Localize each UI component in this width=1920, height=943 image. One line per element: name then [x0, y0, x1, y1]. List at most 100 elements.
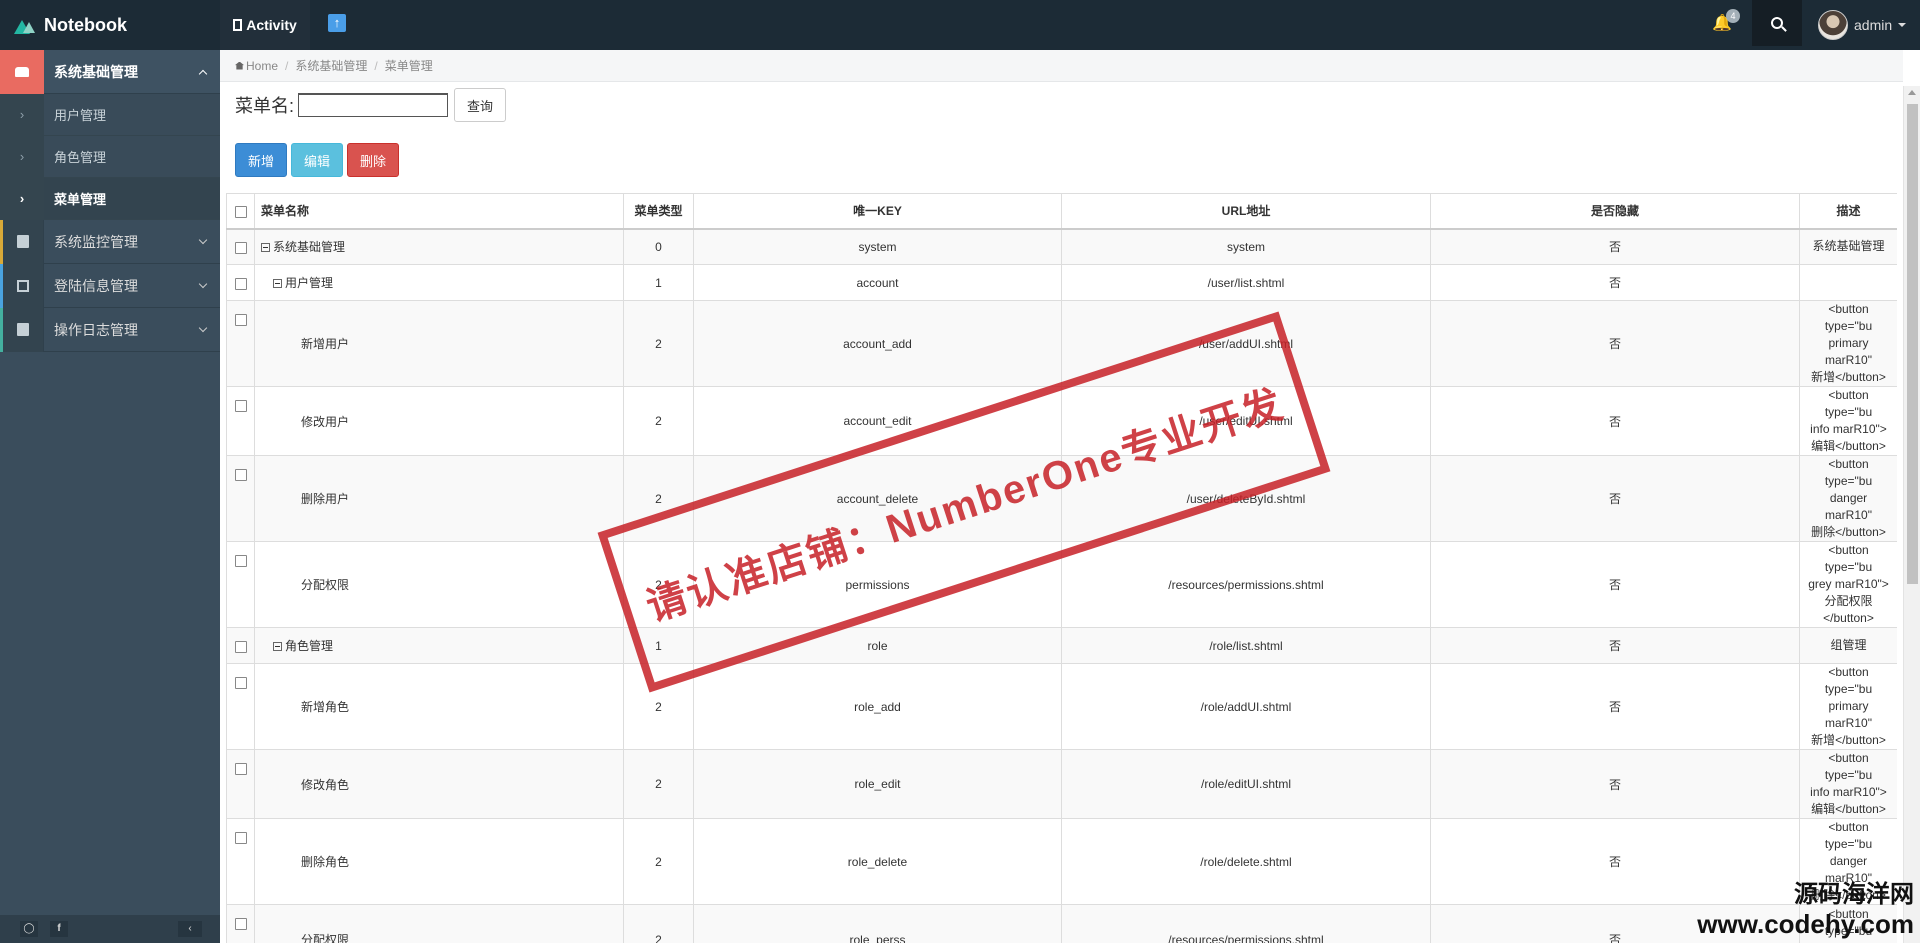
table-row[interactable]: 删除角色 2 role_delete/role/delete.shtml 否 <butt… [226, 818, 1897, 905]
row-select-cell[interactable] [226, 541, 255, 628]
menu-name-cell: 分配权限 [254, 541, 624, 628]
edit-button[interactable]: 编辑 [291, 143, 344, 177]
sidebar: 系统基础管理 › 用户管理 › 角色管理 › 菜单管理 系统监控管理 登陆信息管… [0, 49, 220, 943]
upload-icon[interactable]: ↑ [328, 14, 346, 32]
menu-url-cell: /role/list.shtml [1061, 627, 1431, 664]
menu-key-cell: role [693, 627, 1062, 664]
chevron-right-icon: › [0, 177, 44, 220]
row-select-cell[interactable] [226, 749, 255, 819]
menu-desc: <button type="bu danger marR10" 删除</butt… [1811, 820, 1886, 902]
vertical-scrollbar[interactable] [1903, 86, 1920, 943]
collapse-toggle-icon[interactable] [261, 243, 270, 253]
menu-name-input[interactable] [298, 93, 449, 117]
breadcrumb-item[interactable]: 系统基础管理 [295, 57, 367, 74]
collapse-sidebar-icon[interactable]: ‹ [178, 921, 202, 937]
menu-name: 用户管理 [285, 276, 334, 290]
select-all-checkbox[interactable] [234, 205, 247, 218]
sidebar-item-label: 用户管理 [54, 108, 107, 123]
sidebar-group-label: 登陆信息管理 [54, 277, 138, 294]
search-icon [1771, 17, 1783, 29]
row-checkbox[interactable] [234, 676, 247, 689]
menu-name-cell: 修改用户 [254, 386, 624, 456]
row-select-cell[interactable] [226, 818, 255, 905]
table-row[interactable]: 分配权限 2 role_perss/resources/permissions.sh… [226, 904, 1897, 943]
row-checkbox[interactable] [234, 554, 247, 567]
delete-button[interactable]: 删除 [347, 143, 400, 177]
comment-icon[interactable]: ◯ [20, 921, 38, 937]
table-row[interactable]: 分配权限 2 permissions/resources/permissions.s… [226, 541, 1897, 628]
row-checkbox[interactable] [234, 313, 247, 326]
query-button[interactable]: 查询 [454, 88, 507, 122]
menu-desc: <button type="bu grey marR10"> 分配权限 [1808, 906, 1889, 943]
row-select-cell[interactable] [226, 386, 255, 456]
scroll-thumb[interactable] [1907, 104, 1918, 584]
row-select-cell[interactable] [226, 228, 255, 265]
table-row[interactable]: 系统基础管理 0 system system 否系统基础管理 [226, 228, 1897, 265]
row-checkbox[interactable] [234, 468, 247, 481]
menu-url-cell: /user/editUI.shtml [1061, 386, 1431, 456]
menu-name: 分配权限 [301, 933, 350, 943]
collapse-toggle-icon[interactable] [273, 279, 282, 288]
search-form: 菜单名: 查询 [235, 88, 507, 122]
menu-desc-cell [1799, 264, 1897, 301]
row-select-cell[interactable] [226, 264, 255, 301]
sidebar-group-operation-log[interactable]: 操作日志管理 [0, 307, 220, 352]
menu-key-cell: account_delete [693, 455, 1062, 542]
top-search-button[interactable] [1752, 0, 1802, 46]
menu-type-cell: 2 [623, 818, 694, 905]
row-select-cell[interactable] [226, 663, 255, 750]
table-row[interactable]: 角色管理 1 role/role/list.shtml 否 组管理 [226, 627, 1897, 664]
menu-key-cell: role_edit [693, 749, 1062, 819]
user-menu[interactable]: admin [1818, 9, 1907, 41]
menu-type-cell: 2 [623, 541, 694, 628]
sidebar-group-login-info[interactable]: 登陆信息管理 [0, 263, 220, 308]
row-select-cell[interactable] [226, 627, 255, 664]
chevron-right-icon: › [0, 135, 44, 178]
row-select-cell[interactable] [226, 455, 255, 542]
menu-type-cell: 2 [623, 663, 694, 750]
table-row[interactable]: 修改角色 2 role_edit/role/editUI.shtml 否 <button… [226, 749, 1897, 819]
sidebar-item-users[interactable]: › 用户管理 [0, 93, 220, 136]
menu-type-cell: 0 [623, 228, 694, 265]
row-checkbox[interactable] [234, 917, 247, 930]
sidebar-item-label: 菜单管理 [54, 192, 107, 207]
sidebar-item-roles[interactable]: › 角色管理 [0, 135, 220, 178]
brand[interactable]: Notebook [0, 0, 220, 50]
row-checkbox[interactable] [234, 762, 247, 775]
row-checkbox[interactable] [234, 831, 247, 844]
activity-label: Activity [246, 17, 297, 33]
scroll-up-icon[interactable] [1908, 90, 1916, 95]
collapse-toggle-icon[interactable] [273, 642, 282, 651]
activity-tab[interactable]: Activity [220, 0, 310, 50]
menu-url-cell: /role/delete.shtml [1061, 818, 1431, 905]
breadcrumb-home[interactable]: Home [246, 59, 278, 73]
table-row[interactable]: 新增角色 2 role_add/role/addUI.shtml 否 <button t… [226, 663, 1897, 750]
menu-type-cell: 2 [623, 386, 694, 456]
row-checkbox[interactable] [234, 242, 247, 255]
add-button[interactable]: 新增 [235, 143, 288, 177]
select-all-cell[interactable] [226, 193, 255, 230]
sidebar-footer: ◯ f ‹ [0, 915, 220, 943]
menu-type-cell: 2 [623, 300, 694, 387]
row-checkbox[interactable] [234, 399, 247, 412]
sidebar-item-label: 角色管理 [54, 150, 107, 165]
row-select-cell[interactable] [226, 904, 255, 943]
row-checkbox[interactable] [234, 277, 247, 290]
table-row[interactable]: 用户管理 1 account/user/list.shtml 否 [226, 264, 1897, 301]
table-row[interactable]: 修改用户 2 account_edit/user/editUI.shtml 否 <but… [226, 386, 1897, 456]
table-row[interactable]: 删除用户 2 account_delete/user/deleteById.shtm… [226, 455, 1897, 542]
caret-down-icon [1898, 23, 1907, 27]
menu-key-cell: account_add [693, 300, 1062, 387]
menu-desc-cell: <button type="bu info marR10"> 编辑</butto… [1799, 386, 1897, 456]
menu-name-cell: 系统基础管理 [254, 228, 624, 265]
menu-desc-cell: 组管理 [1799, 627, 1897, 664]
row-checkbox[interactable] [234, 640, 247, 653]
menu-hidden-cell: 否 [1430, 627, 1800, 664]
sidebar-item-menus[interactable]: › 菜单管理 [0, 177, 220, 220]
sidebar-group-system[interactable]: 系统基础管理 [0, 49, 220, 94]
table-row[interactable]: 新增用户 2 account_add/user/addUI.shtml 否 <butto… [226, 300, 1897, 387]
row-select-cell[interactable] [226, 300, 255, 387]
facebook-icon[interactable]: f [50, 921, 68, 937]
menu-url-cell: system [1061, 228, 1431, 265]
sidebar-group-monitor[interactable]: 系统监控管理 [0, 219, 220, 264]
